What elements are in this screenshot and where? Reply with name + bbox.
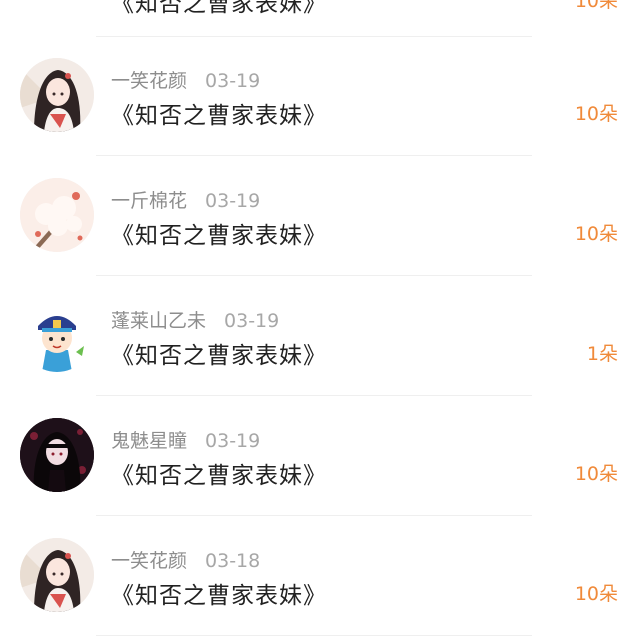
item-meta: 蓬莱山乙未 03-19	[111, 306, 279, 332]
username[interactable]: 蓬莱山乙未	[111, 310, 206, 332]
book-title[interactable]: 《知否之曹家表妹》	[111, 576, 327, 610]
item-meta: 一笑花颜 03-18	[111, 546, 260, 572]
date: 03-19	[205, 190, 261, 212]
list-item[interactable]: 一斤棉花 03-19 《知否之曹家表妹》 10朵	[0, 120, 640, 252]
date: 03-19	[205, 70, 261, 92]
username[interactable]: 一笑花颜	[111, 70, 187, 92]
gift-record-list: 《知否之曹家表妹》 10朵 一笑花颜 03-19 《知否之曹家表妹》 10朵 一…	[0, 0, 640, 640]
username[interactable]: 鬼魅星瞳	[111, 430, 187, 452]
date: 03-18	[205, 550, 261, 572]
gift-count: 10朵	[574, 583, 618, 605]
anime-girl-avatar-icon[interactable]	[20, 538, 94, 612]
date: 03-19	[205, 430, 261, 452]
item-meta: 一斤棉花 03-19	[111, 186, 260, 212]
item-meta: 鬼魅星瞳 03-19	[111, 426, 260, 452]
list-item[interactable]: 鬼魅星瞳 03-19 《知否之曹家表妹》 10朵	[0, 360, 640, 492]
list-item[interactable]: 一笑花颜 03-18 《知否之曹家表妹》 10朵	[0, 480, 640, 612]
list-item[interactable]: 蓬莱山乙未 03-19 《知否之曹家表妹》 1朵	[0, 240, 640, 372]
item-meta: 一笑花颜 03-19	[111, 66, 260, 92]
divider	[96, 635, 532, 636]
username[interactable]: 一斤棉花	[111, 190, 187, 212]
list-item[interactable]: 一笑花颜 03-19 《知否之曹家表妹》 10朵	[0, 0, 640, 132]
username[interactable]: 一笑花颜	[111, 550, 187, 572]
date: 03-19	[224, 310, 280, 332]
